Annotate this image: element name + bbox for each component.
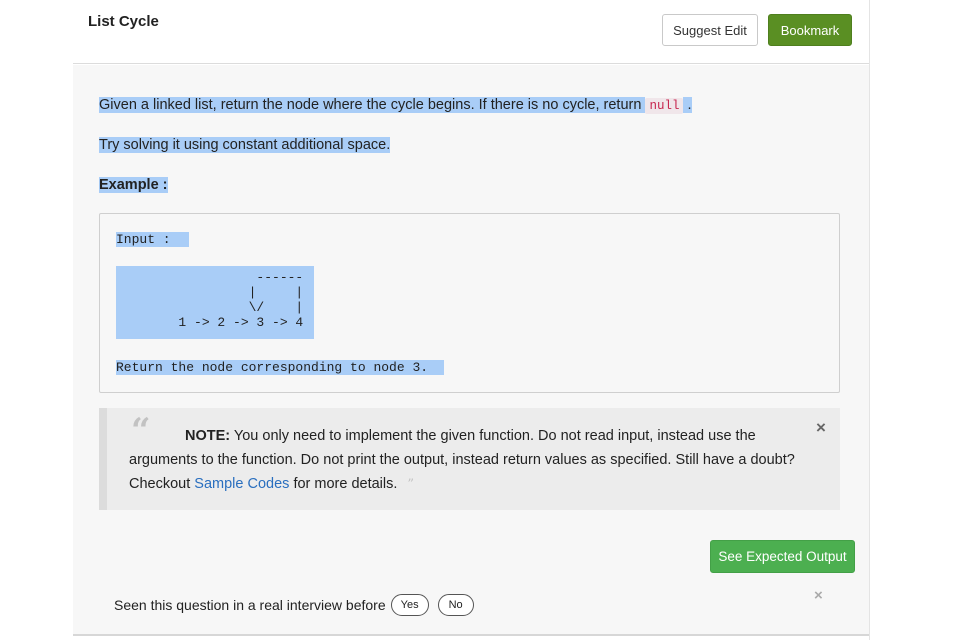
interview-question: Seen this question in a real interview b… — [114, 597, 386, 613]
close-note-icon[interactable]: × — [816, 418, 826, 438]
statement-period: . — [687, 97, 692, 113]
example-return-text: Return the node corresponding to node 3. — [116, 360, 445, 375]
sample-codes-link[interactable]: Sample Codes — [194, 476, 289, 492]
content-bottom-border — [73, 634, 870, 636]
problem-header: List Cycle Suggest Edit Bookmark — [73, 0, 870, 64]
dismiss-interview-icon[interactable]: × — [814, 587, 823, 604]
example-input-label: Input : — [116, 232, 189, 247]
note-body-end: for more details. — [293, 476, 398, 492]
page-right-gutter — [870, 0, 960, 640]
example-heading-text: Example : — [99, 177, 168, 193]
yes-button[interactable]: Yes — [390, 594, 429, 616]
problem-title: List Cycle — [88, 13, 159, 30]
close-quote-icon: ” — [407, 477, 415, 492]
problem-constraint: Try solving it using constant additional… — [99, 135, 391, 155]
page-left-gutter — [0, 0, 73, 640]
note-text: NOTE: You only need to implement the giv… — [129, 424, 819, 497]
note-label: NOTE: — [185, 428, 231, 444]
bookmark-button[interactable]: Bookmark — [768, 14, 852, 46]
problem-statement: Given a linked list, return the node whe… — [99, 95, 692, 116]
problem-content: Given a linked list, return the node whe… — [73, 65, 869, 635]
interview-feedback: Seen this question in a real interview b… — [114, 593, 474, 617]
linked-list-diagram: ------ | | \/ | 1 -> 2 -> 3 -> 4 — [116, 266, 314, 339]
note-callout: “ NOTE: You only need to implement the g… — [99, 408, 840, 510]
problem-statement-text: Given a linked list, return the node whe… — [99, 97, 642, 113]
constraint-text: Try solving it using constant additional… — [99, 137, 391, 153]
inline-code-null: null — [645, 98, 684, 114]
example-heading: Example : — [99, 175, 168, 195]
example-code-block: Input : ------ | | \/ | 1 -> 2 -> 3 -> 4… — [99, 213, 840, 393]
no-button[interactable]: No — [437, 594, 474, 616]
see-expected-output-button[interactable]: See Expected Output — [710, 540, 855, 573]
suggest-edit-button[interactable]: Suggest Edit — [662, 14, 758, 46]
